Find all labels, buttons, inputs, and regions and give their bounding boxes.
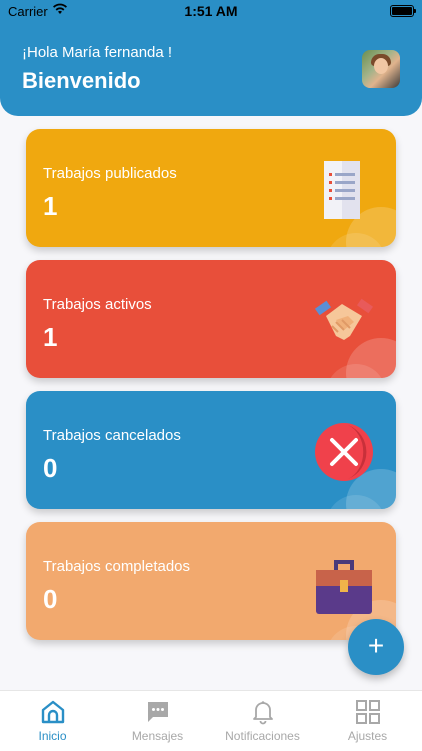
document-list-icon: [324, 161, 360, 219]
bottom-tab-bar: Inicio Mensajes Notificaciones Ajustes: [0, 690, 422, 751]
card-label: Trabajos publicados: [43, 165, 177, 182]
bell-icon: [253, 701, 273, 725]
briefcase-icon: [316, 560, 372, 614]
status-bar: Carrier 1:51 AM: [0, 0, 422, 22]
cancel-x-icon: [315, 423, 373, 481]
tab-label: Mensajes: [131, 729, 184, 743]
card-published-jobs[interactable]: Trabajos publicados 1: [26, 129, 396, 247]
card-label: Trabajos cancelados: [43, 427, 181, 444]
card-count: 1: [43, 322, 58, 352]
tab-label: Notificaciones: [225, 729, 300, 743]
battery-icon: [390, 5, 416, 17]
clock: 1:51 AM: [184, 3, 238, 19]
avatar[interactable]: [362, 50, 400, 88]
handshake-icon: [314, 298, 374, 340]
card-count: 1: [43, 191, 58, 221]
home-icon: [41, 700, 65, 724]
greeting-text: ¡Hola María fernanda !: [22, 44, 173, 61]
tab-label: Ajustes: [347, 729, 388, 743]
card-label: Trabajos completados: [43, 558, 191, 575]
tab-notificaciones[interactable]: Notificaciones: [210, 691, 315, 751]
card-completed-jobs[interactable]: Trabajos completados 0: [26, 522, 396, 640]
card-active-jobs[interactable]: Trabajos activos 1: [26, 260, 396, 378]
app-header: Carrier 1:51 AM ¡Hola María fernanda ! B…: [0, 0, 422, 116]
tab-mensajes[interactable]: Mensajes: [105, 691, 210, 751]
card-count: 0: [43, 453, 58, 483]
add-button[interactable]: +: [348, 619, 404, 675]
chat-icon: [148, 702, 168, 722]
tab-label: Inicio: [38, 729, 67, 743]
tab-ajustes[interactable]: Ajustes: [315, 691, 420, 751]
card-cancelled-jobs[interactable]: Trabajos cancelados 0: [26, 391, 396, 509]
page-title: Bienvenido: [22, 68, 141, 93]
card-label: Trabajos activos: [43, 296, 152, 313]
card-count: 0: [43, 584, 58, 614]
grid-icon: [356, 700, 380, 724]
tab-inicio[interactable]: Inicio: [0, 691, 105, 751]
